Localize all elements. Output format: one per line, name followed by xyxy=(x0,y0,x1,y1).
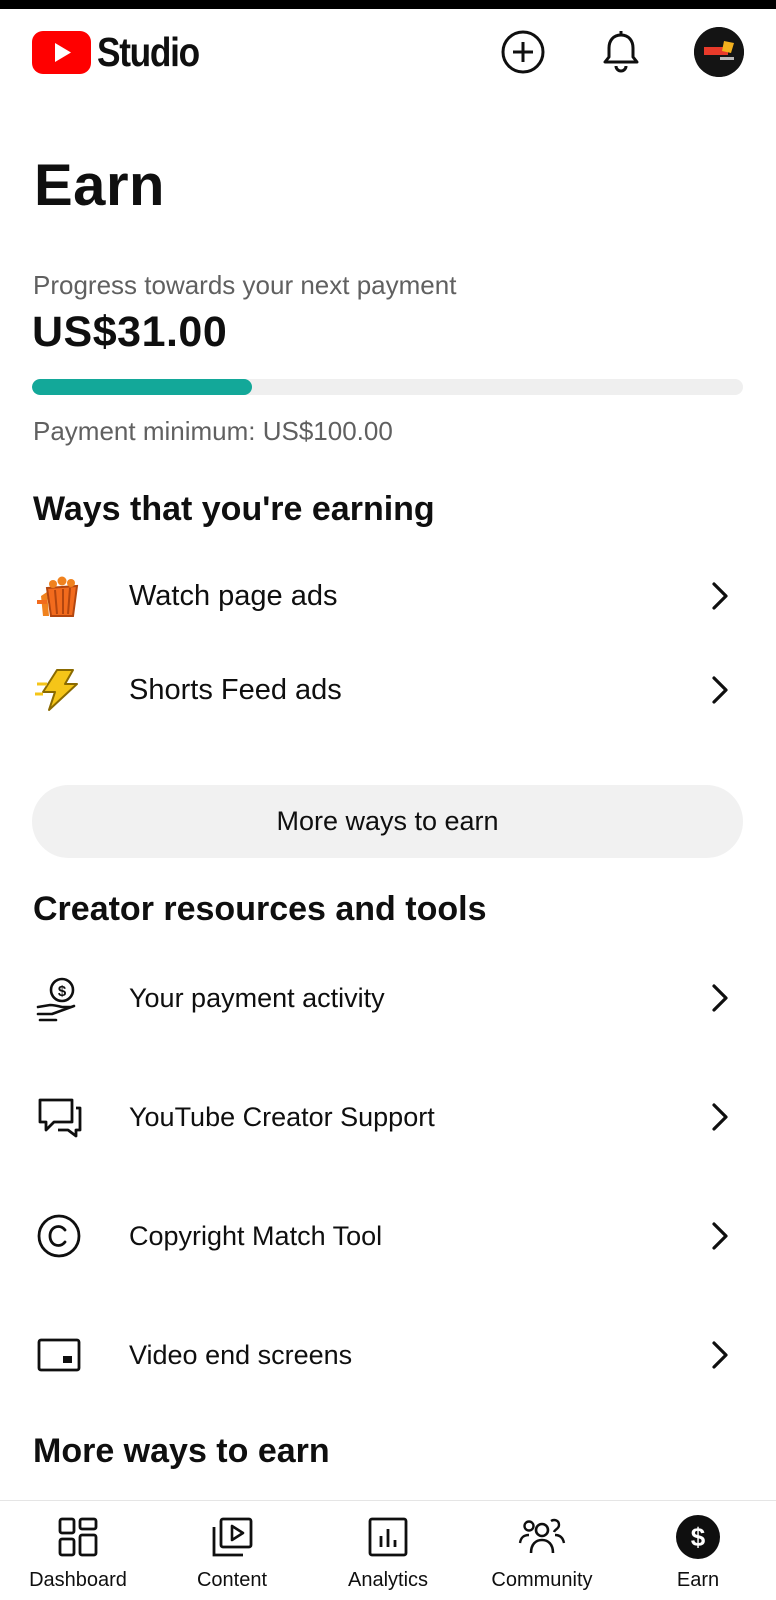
resource-item-label: Your payment activity xyxy=(129,982,385,1013)
earning-item-shorts-feed-ads[interactable]: Shorts Feed ads xyxy=(0,650,776,730)
nav-item-dashboard[interactable]: Dashboard xyxy=(3,1501,153,1600)
notification-bell-icon xyxy=(603,31,639,73)
earning-heading: Ways that you're earning xyxy=(33,490,435,528)
channel-avatar xyxy=(694,27,744,77)
resource-item-label: Copyright Match Tool xyxy=(129,1220,383,1251)
nav-label: Dashboard xyxy=(29,1569,127,1591)
bottom-navigation: Dashboard Content Analytics Community $ … xyxy=(0,1500,776,1600)
progress-label: Progress towards your next payment xyxy=(33,270,457,300)
account-button[interactable] xyxy=(694,27,744,77)
more-ways-heading: More ways to earn xyxy=(33,1432,330,1470)
earning-item-label: Shorts Feed ads xyxy=(129,673,342,706)
shorts-feed-ads-icon xyxy=(30,661,88,719)
nav-label: Analytics xyxy=(347,1569,429,1591)
status-bar xyxy=(0,0,776,9)
dashboard-icon xyxy=(54,1513,102,1561)
progress-amount: US$31.00 xyxy=(32,308,228,356)
resource-item-creator-support[interactable]: YouTube Creator Support xyxy=(0,1077,776,1157)
payment-minimum: Payment minimum: US$100.00 xyxy=(33,416,393,446)
earning-item-watch-page-ads[interactable]: Watch page ads xyxy=(0,556,776,636)
app-header: Studio xyxy=(0,9,776,95)
more-ways-to-earn-button[interactable]: More ways to earn xyxy=(32,785,743,858)
end-screen-icon xyxy=(30,1326,88,1384)
resource-item-payment-activity[interactable]: $ Your payment activity xyxy=(0,958,776,1038)
chevron-right-icon xyxy=(706,1097,734,1137)
chevron-right-icon xyxy=(706,1335,734,1375)
svg-text:$: $ xyxy=(691,1522,706,1552)
nav-label: Earn xyxy=(676,1569,720,1591)
nav-item-content[interactable]: Content xyxy=(157,1501,307,1600)
payment-progress-bar xyxy=(32,379,743,395)
community-icon xyxy=(518,1513,566,1561)
chevron-right-icon xyxy=(706,1216,734,1256)
youtube-logo-icon xyxy=(32,31,91,74)
payment-progress-fill xyxy=(32,379,253,395)
creator-support-icon xyxy=(30,1088,88,1146)
analytics-icon xyxy=(364,1513,412,1561)
chevron-right-icon xyxy=(706,978,734,1018)
app-name: Studio xyxy=(97,29,200,75)
nav-label: Content xyxy=(196,1569,268,1591)
studio-logo[interactable]: Studio xyxy=(32,29,216,76)
chevron-right-icon xyxy=(706,670,734,710)
page-title: Earn xyxy=(34,153,165,218)
svg-text:$: $ xyxy=(58,983,67,1000)
create-plus-icon xyxy=(501,30,545,74)
content-icon xyxy=(208,1513,256,1561)
copyright-icon xyxy=(30,1207,88,1265)
nav-item-analytics[interactable]: Analytics xyxy=(313,1501,463,1600)
resources-heading: Creator resources and tools xyxy=(33,890,487,928)
earn-icon: $ xyxy=(674,1513,722,1561)
resource-item-copyright-match[interactable]: Copyright Match Tool xyxy=(0,1196,776,1276)
earning-item-label: Watch page ads xyxy=(129,579,338,612)
nav-item-community[interactable]: Community xyxy=(467,1501,617,1600)
notifications-button[interactable] xyxy=(596,27,646,77)
resource-item-label: Video end screens xyxy=(129,1339,353,1370)
resource-item-end-screens[interactable]: Video end screens xyxy=(0,1315,776,1395)
create-button[interactable] xyxy=(498,27,548,77)
nav-label: Community xyxy=(491,1569,593,1591)
watch-page-ads-icon xyxy=(30,567,88,625)
resource-item-label: YouTube Creator Support xyxy=(129,1101,435,1132)
payment-activity-icon: $ xyxy=(30,969,88,1027)
chevron-right-icon xyxy=(706,576,734,616)
nav-item-earn[interactable]: $ Earn xyxy=(623,1501,773,1600)
